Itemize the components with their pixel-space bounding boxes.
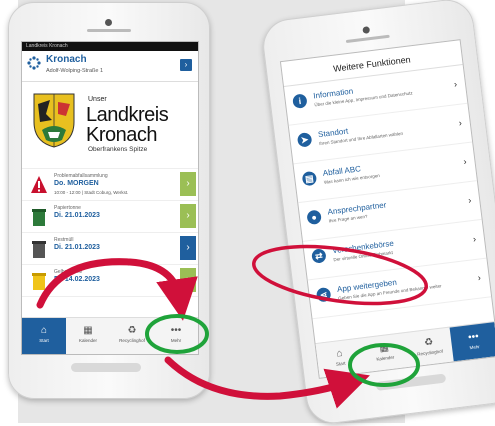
highlight-circle-mehr-right — [348, 343, 420, 387]
annotation-overlay — [36, 244, 428, 409]
annotation-arrow-bottom — [164, 356, 370, 409]
highlight-ellipse-verschenkeboerse — [252, 244, 428, 306]
annotation-arrow-top — [36, 258, 198, 321]
highlight-circle-mehr-left — [145, 314, 209, 354]
